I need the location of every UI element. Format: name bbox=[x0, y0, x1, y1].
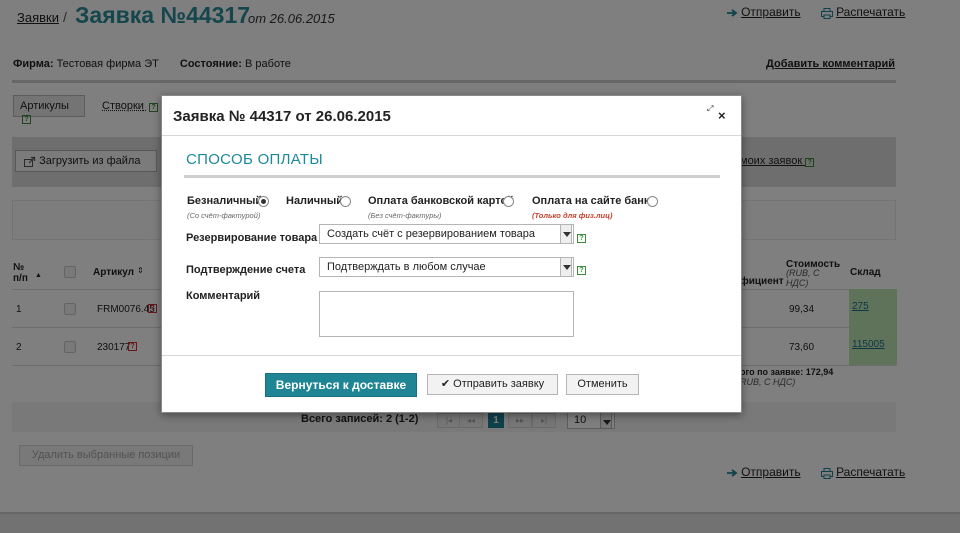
option-cash-label[interactable]: Наличный bbox=[286, 195, 343, 207]
check-icon: ✔ bbox=[440, 378, 451, 390]
confirm-select[interactable]: Подтверждать в любом случае bbox=[319, 257, 574, 277]
section-title: СПОСОБ ОПЛАТЫ bbox=[186, 151, 323, 168]
option-cashless-label[interactable]: Безналичный bbox=[187, 195, 262, 207]
help-icon[interactable]: ? bbox=[577, 266, 586, 275]
section-divider bbox=[184, 175, 720, 178]
modal-title: Заявка № 44317 от 26.06.2015 bbox=[173, 108, 391, 125]
option-cashless-note: (Со счёт-фактурой) bbox=[187, 211, 261, 220]
cancel-button[interactable]: Отменить bbox=[566, 374, 639, 395]
close-icon[interactable]: × bbox=[718, 108, 726, 123]
option-bank-site-radio[interactable] bbox=[647, 196, 658, 207]
confirm-select-value: Подтверждать в любом случае bbox=[327, 261, 486, 273]
modal-footer-divider bbox=[162, 355, 741, 356]
comment-textarea[interactable] bbox=[319, 291, 574, 337]
reserve-select[interactable]: Создать счёт с резервированием товара bbox=[319, 224, 574, 244]
option-cash-radio[interactable] bbox=[340, 196, 351, 207]
option-card-note: (Без счёт-фактуры) bbox=[368, 211, 442, 220]
modal-header-divider bbox=[162, 135, 741, 136]
option-bank-site-note: (Только для физ.лиц) bbox=[532, 211, 613, 220]
option-card-radio[interactable] bbox=[503, 196, 514, 207]
comment-label: Комментарий bbox=[186, 290, 261, 302]
reserve-label: Резервирование товара bbox=[186, 232, 318, 244]
option-cashless-radio[interactable] bbox=[258, 196, 269, 207]
option-card-label[interactable]: Оплата банковской картой bbox=[368, 195, 514, 207]
back-to-delivery-button[interactable]: Вернуться к доставке bbox=[265, 373, 417, 397]
send-order-label: Отправить заявку bbox=[453, 378, 545, 390]
help-icon[interactable]: ? bbox=[577, 234, 586, 243]
expand-icon[interactable]: ⤢ bbox=[707, 104, 713, 114]
send-order-button[interactable]: ✔ Отправить заявку bbox=[427, 374, 558, 395]
chevron-down-icon[interactable] bbox=[560, 257, 572, 277]
reserve-select-value: Создать счёт с резервированием товара bbox=[327, 228, 536, 240]
chevron-down-icon[interactable] bbox=[560, 224, 572, 244]
confirm-label: Подтверждение счета bbox=[186, 264, 306, 276]
option-bank-site-label[interactable]: Оплата на сайте банка bbox=[532, 195, 656, 207]
payment-modal: Заявка № 44317 от 26.06.2015 ⤢ × СПОСОБ … bbox=[161, 95, 742, 413]
